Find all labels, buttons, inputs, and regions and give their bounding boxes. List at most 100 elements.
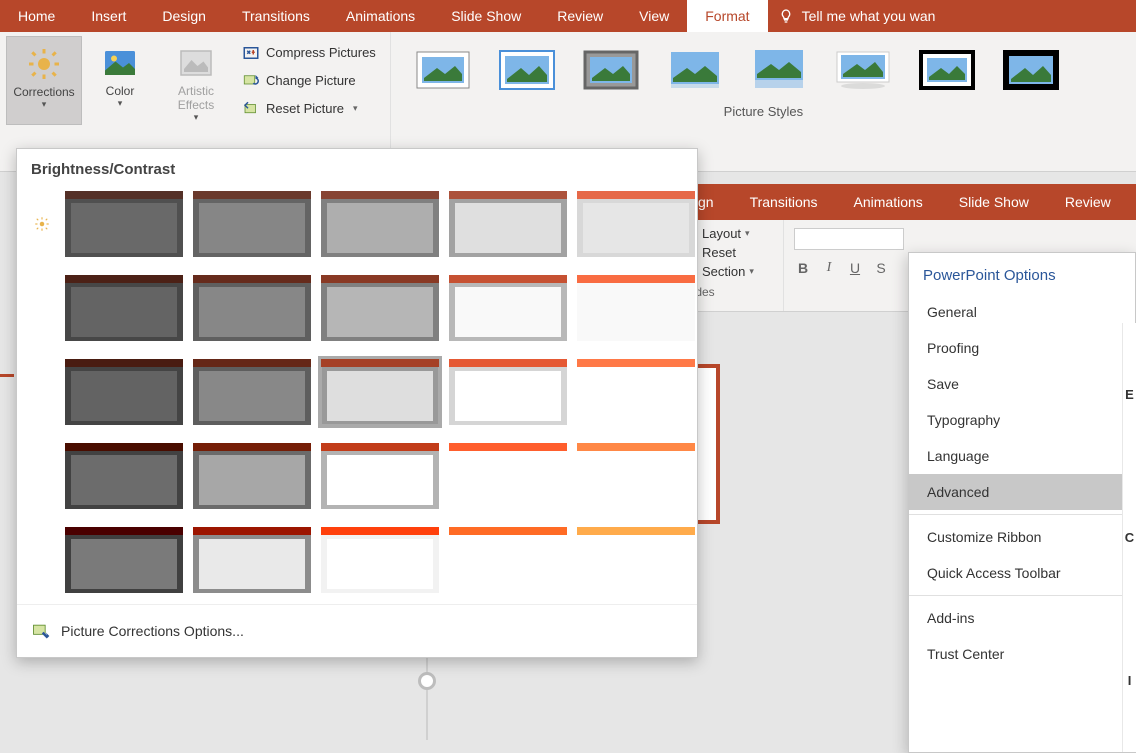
bc-preset[interactable] [577,191,695,257]
bc-preset[interactable] [577,443,695,509]
bc-preset[interactable] [321,191,439,257]
opt-section-letter: I [1128,673,1132,688]
opt-general[interactable]: General [909,294,1135,330]
bc-preset[interactable] [449,191,567,257]
tab-format[interactable]: Format [687,0,767,32]
adjust-small-buttons: Compress Pictures Change Picture Reset P… [234,36,384,125]
bc-preset[interactable] [65,275,183,341]
opt-language[interactable]: Language [909,438,1135,474]
section-button[interactable]: Section▾ [684,264,779,279]
bg-tab-slideshow[interactable]: Slide Show [941,194,1047,210]
reset-picture-button[interactable]: Reset Picture ▾ [238,98,380,120]
reset-button[interactable]: Reset [684,245,779,260]
picture-style-7[interactable] [915,48,979,92]
picture-style-4[interactable] [663,48,727,92]
bc-preset[interactable] [65,443,183,509]
bc-preset[interactable] [193,191,311,257]
corrections-label: Corrections [13,85,74,99]
tab-slideshow[interactable]: Slide Show [433,0,539,32]
bc-preset[interactable] [577,527,695,593]
bc-preset[interactable] [193,275,311,341]
ruler-marker [0,374,14,377]
artistic-label: Artistic Effects [160,84,232,112]
change-picture-icon [242,72,260,90]
layout-label: Layout [702,226,741,241]
picture-style-1[interactable] [411,48,475,92]
insertion-handle[interactable] [418,672,436,690]
opt-section-letter: E [1125,387,1134,402]
tab-home[interactable]: Home [0,0,73,32]
opt-typography[interactable]: Typography [909,402,1135,438]
opt-addins[interactable]: Add-ins [909,600,1135,636]
brightness-contrast-grid [17,188,697,596]
underline-button[interactable]: U [846,260,864,276]
corrections-options-icon [31,621,51,641]
tab-animations[interactable]: Animations [328,0,433,32]
separator [909,514,1135,515]
bc-preset[interactable] [321,275,439,341]
options-title: PowerPoint Options [909,253,1135,294]
dropdown-caret-icon: ▾ [42,99,47,110]
bc-preset[interactable] [321,527,439,593]
bold-button[interactable]: B [794,260,812,276]
opt-advanced[interactable]: Advanced [909,474,1135,510]
tab-insert[interactable]: Insert [73,0,144,32]
tab-view[interactable]: View [621,0,687,32]
opt-quick-access[interactable]: Quick Access Toolbar [909,555,1135,591]
artistic-effects-button[interactable]: Artistic Effects ▾ [158,36,234,125]
powerpoint-options-dialog: PowerPoint Options General Proofing Save… [908,252,1136,753]
change-picture-button[interactable]: Change Picture [238,70,380,92]
bc-preset[interactable] [577,275,695,341]
bc-preset[interactable] [449,443,567,509]
font-name-input[interactable] [794,228,904,250]
bc-preset-selected[interactable] [321,359,439,425]
tell-me-label: Tell me what you wan [802,8,936,24]
reset-label: Reset Picture [266,101,344,116]
opt-save[interactable]: Save [909,366,1135,402]
bg-font-group: B I U S [784,220,914,311]
picture-style-8[interactable] [999,48,1063,92]
picture-style-5[interactable] [747,48,811,92]
opt-customize-ribbon[interactable]: Customize Ribbon [909,519,1135,555]
bc-preset[interactable] [449,275,567,341]
italic-button[interactable]: I [820,260,838,276]
opt-proofing[interactable]: Proofing [909,330,1135,366]
compress-pictures-button[interactable]: Compress Pictures [238,42,380,64]
tab-review[interactable]: Review [539,0,621,32]
bg-ribbon-tabs: gn Transitions Animations Slide Show Rev… [680,184,1136,220]
bg-tab-animations[interactable]: Animations [836,194,941,210]
bc-preset[interactable] [193,359,311,425]
picture-style-3[interactable] [579,48,643,92]
picture-style-2[interactable] [495,48,559,92]
tab-transitions[interactable]: Transitions [224,0,328,32]
bc-preset[interactable] [65,359,183,425]
bc-preset[interactable] [65,527,183,593]
opt-trust-center[interactable]: Trust Center [909,636,1135,672]
bc-preset[interactable] [449,359,567,425]
separator [909,595,1135,596]
bg-tab-transitions[interactable]: Transitions [732,194,836,210]
dropdown-caret-icon: ▾ [118,98,123,109]
slides-group-label: lides [684,283,779,299]
layout-button[interactable]: Layout▾ [684,226,779,241]
bg-tab-review[interactable]: Review [1047,194,1129,210]
bc-preset[interactable] [65,191,183,257]
corrections-button[interactable]: Corrections ▾ [6,36,82,125]
strikethrough-button[interactable]: S [872,260,890,276]
bc-preset[interactable] [193,527,311,593]
lightbulb-icon [778,8,794,24]
bc-preset[interactable] [577,359,695,425]
tab-design[interactable]: Design [144,0,224,32]
artistic-icon [175,42,217,84]
picture-style-6[interactable] [831,48,895,92]
color-button[interactable]: Color ▾ [82,36,158,125]
bc-preset[interactable] [321,443,439,509]
tell-me[interactable]: Tell me what you wan [768,0,946,32]
reset-slide-label: Reset [702,245,736,260]
picture-corrections-options[interactable]: Picture Corrections Options... [17,604,697,647]
dropdown-caret-icon: ▾ [194,112,199,123]
bc-preset[interactable] [449,527,567,593]
ribbon-tabstrip: Home Insert Design Transitions Animation… [0,0,1136,32]
bc-preset[interactable] [193,443,311,509]
corrections-options-label: Picture Corrections Options... [61,623,244,639]
